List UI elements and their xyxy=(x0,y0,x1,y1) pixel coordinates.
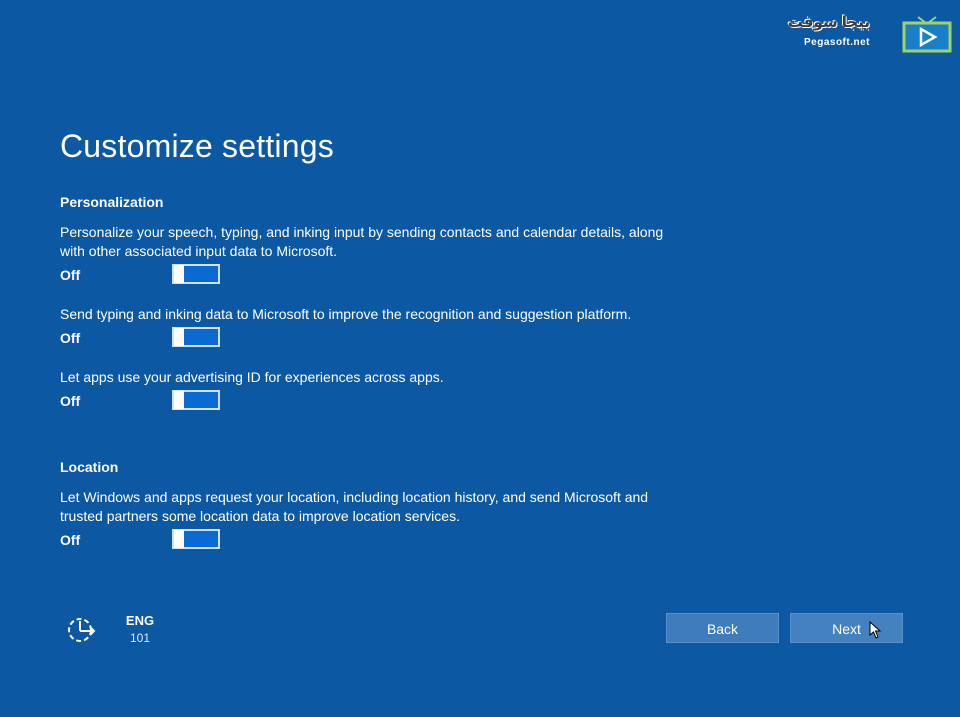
toggle-advertising-id[interactable] xyxy=(172,390,220,410)
toggle-knob xyxy=(174,328,184,346)
setting-state-location: Off xyxy=(60,532,81,548)
setting-description-typing-data: Send typing and inking data to Microsoft… xyxy=(60,306,632,322)
setting-description-speech-inking: Personalize your speech, typing, and ink… xyxy=(60,224,664,259)
language-indicator[interactable]: ENG 101 xyxy=(114,613,166,647)
keyboard-layout: 101 xyxy=(129,631,151,645)
toggle-knob xyxy=(174,265,184,283)
setting-state-speech-inking: Off xyxy=(60,267,81,283)
ease-of-access-icon[interactable] xyxy=(64,612,100,648)
back-button[interactable]: Back xyxy=(666,613,779,643)
next-button[interactable]: Next xyxy=(790,613,903,643)
toggle-typing-data[interactable] xyxy=(172,327,220,347)
tv-play-icon xyxy=(902,16,952,53)
toggle-location[interactable] xyxy=(172,529,220,549)
language-code: ENG xyxy=(125,613,155,628)
location-heading: Location xyxy=(60,459,119,475)
setting-description-advertising-id: Let apps use your advertising ID for exp… xyxy=(60,369,444,385)
setting-state-advertising-id: Off xyxy=(60,393,81,409)
toggle-speech-inking[interactable] xyxy=(172,264,220,284)
toggle-knob xyxy=(174,530,184,548)
watermark-brand-text: بيجا سوفت xyxy=(787,14,870,31)
page-title: Customize settings xyxy=(60,128,334,164)
watermark-logo: بيجا سوفت Pegasoft.net xyxy=(762,5,952,57)
setting-description-location: Let Windows and apps request your locati… xyxy=(60,489,649,524)
personalization-heading: Personalization xyxy=(60,194,164,210)
setting-state-typing-data: Off xyxy=(60,330,81,346)
mouse-pointer-icon xyxy=(869,621,882,639)
watermark-site-text: Pegasoft.net xyxy=(803,37,870,48)
toggle-knob xyxy=(174,391,184,409)
